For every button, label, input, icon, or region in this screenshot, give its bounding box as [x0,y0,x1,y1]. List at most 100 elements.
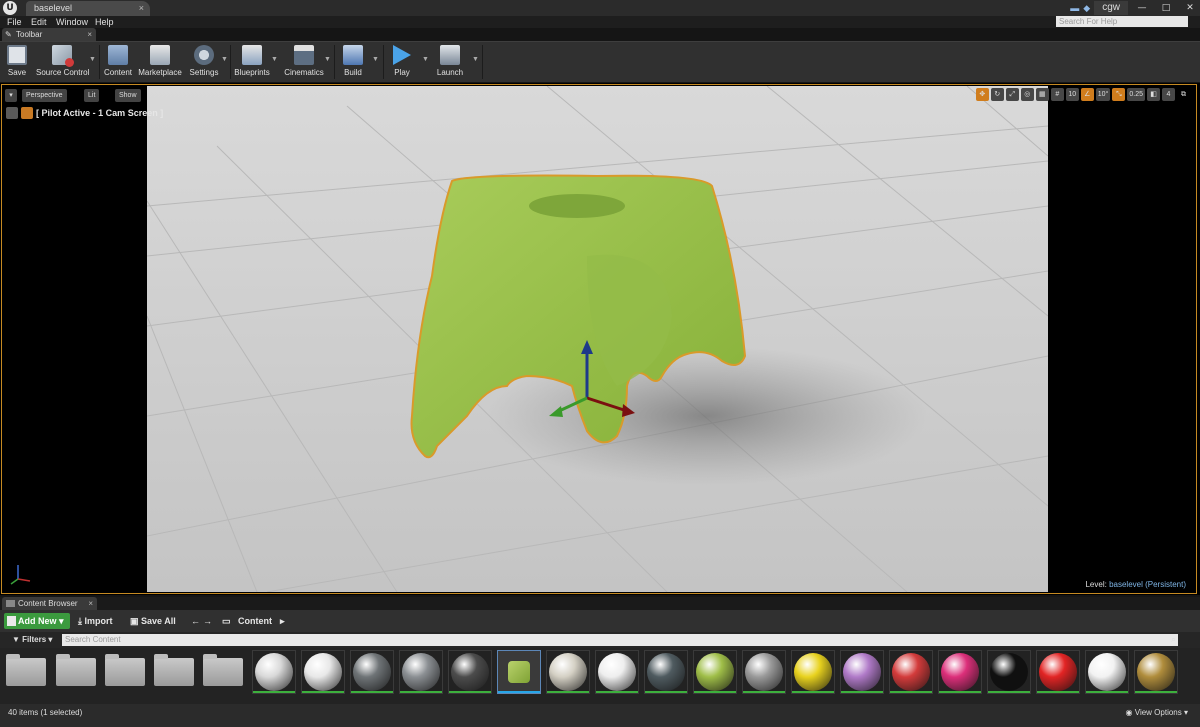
menu-help[interactable]: Help [95,16,114,28]
add-new-button[interactable]: Add New ▾ [4,613,70,629]
asset-type-bar [743,691,785,693]
search-icon[interactable]: ⌕ [1171,634,1176,645]
build-button[interactable]: Build [339,43,367,81]
asset-material[interactable] [546,650,590,694]
surface-snap-icon[interactable]: ▦ [1035,88,1049,101]
viewport-selection-frame [1,84,1197,594]
level-document-tab[interactable]: baselevel × [26,1,150,16]
settings-button[interactable]: Settings [188,43,220,81]
maximize-viewport-icon[interactable]: ⧉ [1177,88,1190,101]
lit-mode-button[interactable]: Lit [84,89,100,102]
search-help-input[interactable]: Search For Help [1056,16,1188,27]
asset-static-mesh[interactable] [497,650,541,694]
asset-type-bar [351,691,393,693]
scale-snap-icon[interactable]: ⤡ [1112,88,1126,101]
menu-window[interactable]: Window [56,16,88,28]
asset-folder[interactable] [105,654,145,686]
history-forward-button[interactable]: → [203,613,212,629]
asset-folder[interactable] [203,654,243,686]
marketplace-button[interactable]: Marketplace [138,43,182,81]
save-all-button[interactable]: ▣ Save All [130,613,176,629]
content-button[interactable]: Content [102,43,134,81]
path-breadcrumb-content[interactable]: Content [238,613,272,629]
toolbar-tab-label: Toolbar [16,30,43,39]
show-button[interactable]: Show [115,89,141,102]
menu-edit[interactable]: Edit [31,16,47,28]
asset-material[interactable] [889,650,933,694]
asset-material[interactable] [301,650,345,694]
asset-material[interactable] [252,650,296,694]
build-dropdown-icon[interactable]: ▼ [372,56,379,63]
view-options-button[interactable]: ◉ View Options ▾ [1126,708,1188,717]
launch-button[interactable]: Launch [434,43,466,81]
asset-folder[interactable] [6,654,46,686]
asset-material[interactable] [350,650,394,694]
close-tab-icon[interactable]: × [139,1,144,16]
source-control-label: Source Control [36,68,90,77]
rotation-snap-icon[interactable]: ∠ [1080,88,1094,101]
asset-material[interactable] [938,650,982,694]
play-dropdown-icon[interactable]: ▼ [422,56,429,63]
grid-snap-icon[interactable]: # [1050,88,1064,101]
content-browser-tab[interactable]: Content Browser × [2,597,97,610]
asset-material[interactable] [1036,650,1080,694]
eject-icon[interactable] [6,106,18,119]
search-content-input[interactable]: Search Content [62,634,1178,646]
asset-material[interactable] [987,650,1031,694]
material-sphere-icon [549,653,587,691]
cinematics-dropdown-icon[interactable]: ▼ [324,56,331,63]
save-button[interactable]: Save [4,43,30,81]
toolbar-panel-tab[interactable]: ✎ Toolbar × [2,28,96,41]
asset-material[interactable] [840,650,884,694]
minimize-button[interactable]: — [1132,1,1152,15]
import-button[interactable]: ⤓ Import [78,613,113,629]
source-control-button[interactable]: Source Control [36,43,90,81]
material-sphere-icon [990,653,1028,691]
camera-speed-value[interactable]: 4 [1162,88,1175,101]
asset-folder[interactable] [56,654,96,686]
material-sphere-icon [745,653,783,691]
chat-icon[interactable]: ▬ [1070,3,1079,13]
grid-snap-value[interactable]: 10 [1065,88,1079,101]
pilot-active-label: [ Pilot Active - 1 Cam Screen ] [36,107,164,118]
world-space-icon[interactable]: ◎ [1020,88,1034,101]
source-control-dropdown-icon[interactable]: ▼ [89,56,96,63]
scale-snap-value[interactable]: 0.25 [1127,88,1145,101]
path-chevron-icon[interactable]: ▸ [280,613,285,629]
source-control-status-icon[interactable]: ◆ [1083,3,1090,14]
blueprints-dropdown-icon[interactable]: ▼ [271,56,278,63]
select-translate-icon[interactable]: ✥ [975,88,989,101]
asset-folder[interactable] [154,654,194,686]
play-button[interactable]: Play [388,43,416,81]
close-window-button[interactable]: ✕ [1180,1,1200,15]
asset-material[interactable] [448,650,492,694]
close-panel-icon[interactable]: × [87,28,92,41]
rotate-icon[interactable]: ↻ [990,88,1004,101]
launch-dropdown-icon[interactable]: ▼ [472,56,479,63]
cinematics-button[interactable]: Cinematics [283,43,325,81]
history-back-button[interactable]: ← [191,613,200,629]
level-viewport[interactable]: ▾ Perspective Lit Show [ Pilot Active - … [0,83,1200,595]
blueprints-label: Blueprints [234,68,270,77]
scale-icon[interactable]: ⤢ [1005,88,1019,101]
perspective-button[interactable]: Perspective [22,89,67,102]
blueprints-button[interactable]: Blueprints [234,43,270,81]
filters-button[interactable]: ▼ Filters ▾ [12,634,52,646]
camera-speed-icon[interactable]: ◧ [1147,88,1160,101]
menu-file[interactable]: File [7,16,22,28]
close-panel-icon[interactable]: × [88,597,93,610]
settings-dropdown-icon[interactable]: ▼ [221,56,228,63]
maximize-button[interactable]: □ [1156,1,1176,15]
asset-material[interactable] [399,650,443,694]
asset-material[interactable] [1085,650,1129,694]
viewport-options-button[interactable]: ▾ [5,89,17,102]
asset-material[interactable] [742,650,786,694]
asset-material[interactable] [595,650,639,694]
asset-material[interactable] [644,650,688,694]
rotation-snap-value[interactable]: 10° [1095,88,1111,101]
toolbar-separator [383,45,384,79]
asset-material[interactable] [693,650,737,694]
asset-type-bar [645,691,687,693]
asset-material[interactable] [1134,650,1178,694]
asset-material[interactable] [791,650,835,694]
